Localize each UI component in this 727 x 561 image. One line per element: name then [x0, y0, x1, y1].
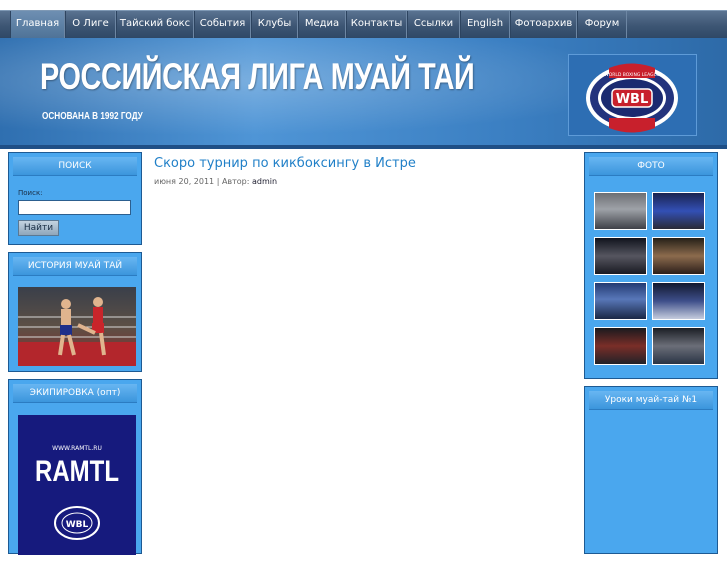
league-logo[interactable]: WBL WORLD BOXING LEAGUE: [568, 54, 697, 136]
nav-item-thai-boxing[interactable]: Тайский бокс: [116, 11, 194, 38]
photo-widget-title: ФОТО: [589, 157, 713, 176]
main-navigation: Главная О Лиге Тайский бокс События Клуб…: [0, 10, 727, 38]
nav-item-events[interactable]: События: [194, 11, 251, 38]
search-button[interactable]: Найти: [18, 220, 59, 236]
search-widget: ПОИСК Поиск: Найти: [8, 152, 142, 245]
ad-badge-text: WBL: [66, 520, 89, 530]
lessons-widget: Уроки муай-тай №1: [584, 386, 718, 554]
nav-item-links[interactable]: Ссылки: [407, 11, 460, 38]
ad-brand-text: RAMTL: [35, 455, 119, 488]
photo-thumb[interactable]: [594, 237, 647, 275]
nav-item-english[interactable]: English: [460, 11, 510, 38]
post-author-prefix: | Автор:: [216, 177, 250, 186]
header-divider: [0, 145, 727, 149]
photo-thumb[interactable]: [594, 327, 647, 365]
equipment-ad-banner[interactable]: WWW.RAMTL.RU RAMTL WBL: [18, 415, 136, 555]
search-label: Поиск:: [18, 189, 43, 197]
photo-thumb[interactable]: [652, 282, 705, 320]
lessons-widget-title: Уроки муай-тай №1: [589, 391, 713, 410]
photo-widget: ФОТО: [584, 152, 718, 379]
nav-item-home[interactable]: Главная: [10, 11, 65, 38]
nav-item-photo-archive[interactable]: Фотоархив: [510, 11, 577, 38]
photo-thumb[interactable]: [652, 327, 705, 365]
post-meta: июня 20, 2011 | Автор: admin: [154, 177, 277, 186]
nav-item-media[interactable]: Медиа: [298, 11, 346, 38]
search-widget-title: ПОИСК: [13, 157, 137, 176]
history-photo[interactable]: [18, 287, 136, 366]
site-header: РОССИЙСКАЯ ЛИГА МУАЙ ТАЙ ОСНОВАНА В 1992…: [0, 38, 727, 145]
photo-thumb[interactable]: [652, 237, 705, 275]
history-widget: ИСТОРИЯ МУАЙ ТАЙ: [8, 252, 142, 372]
photo-thumb[interactable]: [594, 282, 647, 320]
search-input[interactable]: [18, 200, 131, 215]
equipment-widget-title: ЭКИПИРОВКА (опт): [13, 384, 137, 403]
post-title-link[interactable]: Скоро турнир по кикбоксингу в Истре: [154, 156, 416, 171]
nav-item-contacts[interactable]: Контакты: [346, 11, 407, 38]
post-date: июня 20, 2011: [154, 177, 215, 186]
ad-site-text: WWW.RAMTL.RU: [52, 445, 102, 452]
logo-ring-text: WORLD BOXING LEAGUE: [604, 72, 660, 78]
site-title[interactable]: РОССИЙСКАЯ ЛИГА МУАЙ ТАЙ: [40, 56, 475, 98]
photo-thumb[interactable]: [594, 192, 647, 230]
logo-text: WBL: [616, 92, 649, 107]
nav-item-about[interactable]: О Лиге: [65, 11, 116, 38]
nav-item-clubs[interactable]: Клубы: [251, 11, 298, 38]
photo-thumb[interactable]: [652, 192, 705, 230]
site-subtitle: ОСНОВАНА В 1992 ГОДУ: [42, 111, 143, 122]
equipment-widget: ЭКИПИРОВКА (опт) WWW.RAMTL.RU RAMTL WBL: [8, 379, 142, 555]
nav-item-forum[interactable]: Форум: [577, 11, 627, 38]
history-widget-title: ИСТОРИЯ МУАЙ ТАЙ: [13, 257, 137, 276]
post-author-link[interactable]: admin: [252, 177, 277, 186]
ad-badge-icon: WBL: [54, 506, 100, 540]
